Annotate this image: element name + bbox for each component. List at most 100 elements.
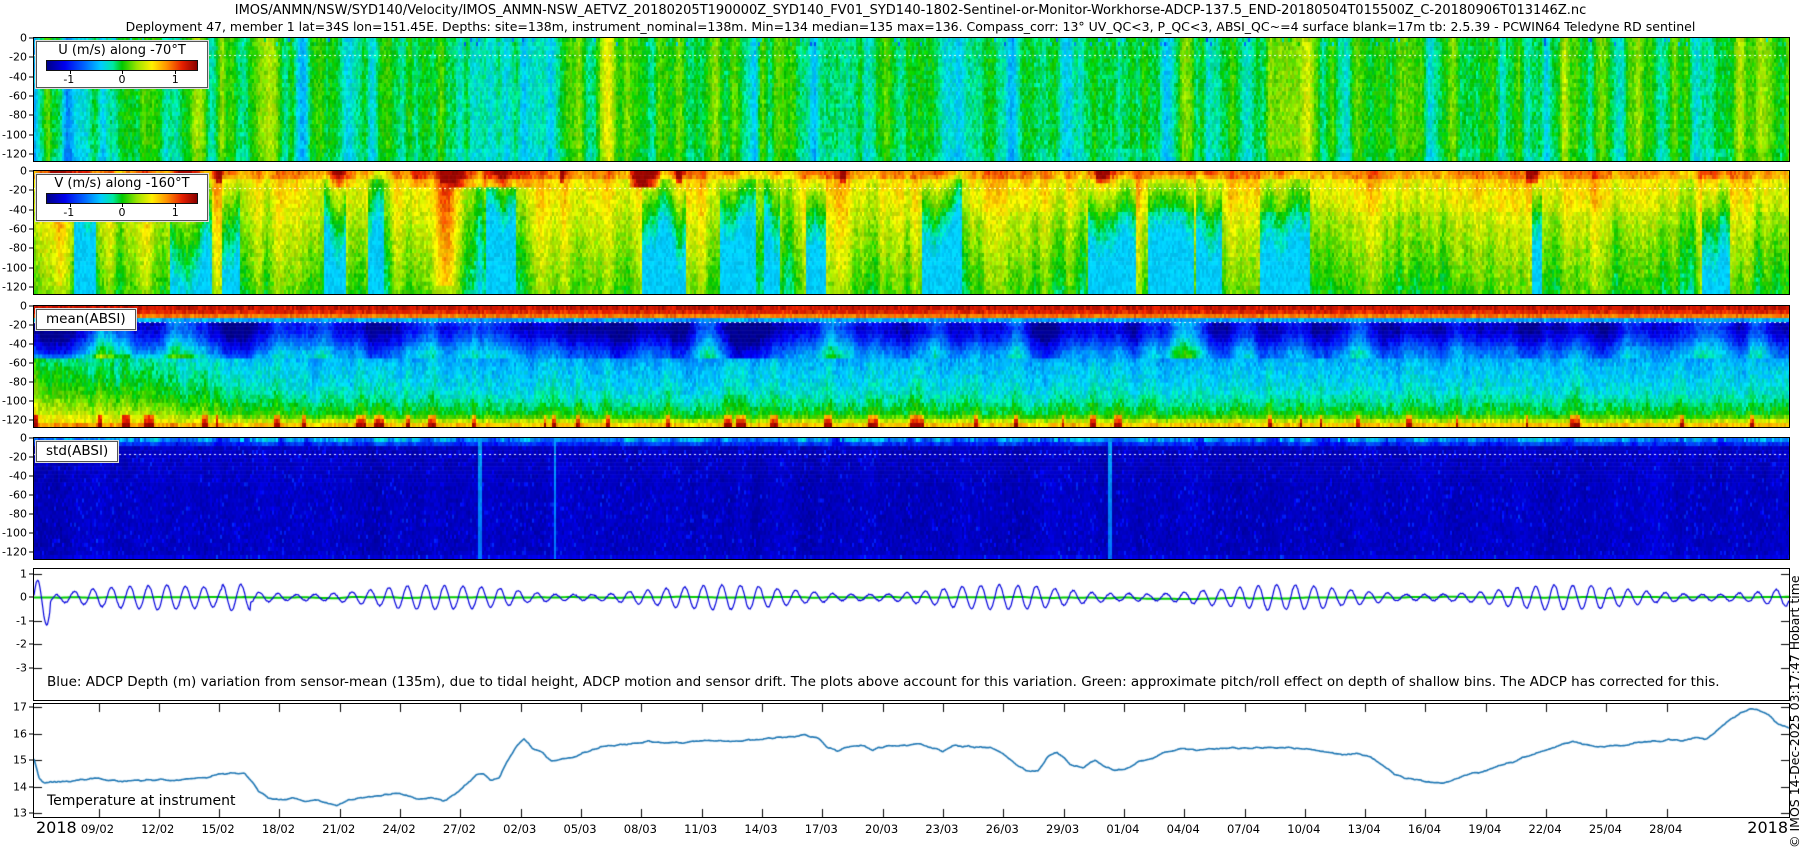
y-tick-label: -40 bbox=[9, 203, 33, 216]
figure-title-line2: Deployment 47, member 1 lat=34S lon=151.… bbox=[33, 19, 1788, 34]
panel-std-absi: std(ABSI) 0-20-40-60-80-100-120 bbox=[33, 437, 1790, 560]
y-tick-label: -40 bbox=[9, 338, 33, 351]
y-tick-label: 14 bbox=[13, 780, 33, 793]
y-tick-label: 0 bbox=[20, 165, 33, 178]
mean-absi-label: mean(ABSI) bbox=[36, 309, 136, 330]
y-tick-label: -120 bbox=[2, 546, 33, 559]
x-tick-label: 11/03 bbox=[684, 822, 717, 836]
x-tick-label: 26/03 bbox=[986, 822, 1019, 836]
colorbar-tick-label: 1 bbox=[172, 73, 179, 86]
y-tick-label: -20 bbox=[9, 51, 33, 64]
colorbar-tick-label: 0 bbox=[119, 73, 126, 86]
std-absi-label: std(ABSI) bbox=[36, 441, 118, 462]
temperature-label: Temperature at instrument bbox=[47, 793, 235, 809]
y-tick-label: 17 bbox=[13, 701, 33, 714]
x-axis-year-right: 2018 bbox=[1747, 818, 1788, 837]
x-tick-label: 18/02 bbox=[262, 822, 295, 836]
colorbar-tick-label: 0 bbox=[119, 206, 126, 219]
y-tick-label: -40 bbox=[9, 70, 33, 83]
mean-absi-heatmap bbox=[34, 306, 1789, 427]
x-tick-label: 16/04 bbox=[1408, 822, 1441, 836]
panel-v-velocity: V (m/s) along -160°T -1 0 1 0-20-40-60-8… bbox=[33, 170, 1790, 295]
u-colorbar bbox=[46, 60, 198, 71]
y-tick-label: -60 bbox=[9, 489, 33, 502]
x-tick-label: 08/03 bbox=[624, 822, 657, 836]
x-tick-label: 09/02 bbox=[81, 822, 114, 836]
x-tick-label: 25/04 bbox=[1589, 822, 1622, 836]
x-tick-label: 28/04 bbox=[1649, 822, 1682, 836]
y-tick-label: -80 bbox=[9, 508, 33, 521]
colorbar-tick-label: 1 bbox=[172, 206, 179, 219]
x-tick-label: 05/03 bbox=[563, 822, 596, 836]
temperature-linechart bbox=[34, 704, 1789, 817]
y-tick-label: 0 bbox=[20, 591, 33, 604]
y-tick-label: -120 bbox=[2, 414, 33, 427]
y-tick-label: -2 bbox=[16, 638, 33, 651]
x-tick-label: 01/04 bbox=[1106, 822, 1139, 836]
y-tick-label: 0 bbox=[20, 300, 33, 313]
y-tick-label: 0 bbox=[20, 32, 33, 45]
y-tick-label: 1 bbox=[20, 568, 33, 581]
x-tick-label: 23/03 bbox=[925, 822, 958, 836]
v-velocity-heatmap bbox=[34, 171, 1789, 294]
y-tick-label: -1 bbox=[16, 614, 33, 627]
x-tick-label: 07/04 bbox=[1227, 822, 1260, 836]
y-tick-label: -3 bbox=[16, 661, 33, 674]
y-tick-label: -80 bbox=[9, 109, 33, 122]
y-tick-label: -100 bbox=[2, 128, 33, 141]
panel-temperature: Temperature at instrument 1716151413 bbox=[33, 703, 1790, 818]
x-tick-label: 14/03 bbox=[744, 822, 777, 836]
figure: IMOS/ANMN/NSW/SYD140/Velocity/IMOS_ANMN-… bbox=[0, 0, 1800, 850]
u-colorbar-legend: U (m/s) along -70°T -1 0 1 bbox=[36, 41, 208, 88]
x-tick-label: 27/02 bbox=[443, 822, 476, 836]
y-tick-label: -120 bbox=[2, 281, 33, 294]
x-tick-label: 19/04 bbox=[1468, 822, 1501, 836]
x-tick-label: 13/04 bbox=[1348, 822, 1381, 836]
y-tick-label: -20 bbox=[9, 451, 33, 464]
y-tick-label: -100 bbox=[2, 261, 33, 274]
y-tick-label: -60 bbox=[9, 223, 33, 236]
u-colorbar-tick-labels: -1 0 1 bbox=[46, 71, 198, 87]
x-tick-label: 10/04 bbox=[1287, 822, 1320, 836]
x-tick-label: 12/02 bbox=[141, 822, 174, 836]
depth-variation-caption: Blue: ADCP Depth (m) variation from sens… bbox=[47, 674, 1720, 690]
x-tick-label: 15/02 bbox=[202, 822, 235, 836]
copyright-watermark: © IMOS 14-Dec-2025 03:17:47 Hobart time bbox=[1787, 575, 1800, 848]
y-tick-label: -20 bbox=[9, 184, 33, 197]
y-tick-label: -100 bbox=[2, 395, 33, 408]
x-tick-label: 29/03 bbox=[1046, 822, 1079, 836]
v-legend-title: V (m/s) along -160°T bbox=[37, 175, 207, 193]
v-colorbar-legend: V (m/s) along -160°T -1 0 1 bbox=[36, 174, 208, 221]
u-legend-title: U (m/s) along -70°T bbox=[37, 42, 207, 60]
v-colorbar-tick-labels: -1 0 1 bbox=[46, 204, 198, 220]
panel-depth-variation: Blue: ADCP Depth (m) variation from sens… bbox=[33, 568, 1790, 701]
x-tick-label: 22/04 bbox=[1529, 822, 1562, 836]
y-tick-label: -40 bbox=[9, 470, 33, 483]
std-absi-heatmap bbox=[34, 438, 1789, 559]
x-tick-label: 20/03 bbox=[865, 822, 898, 836]
colorbar-tick-label: -1 bbox=[63, 73, 74, 86]
x-axis-year-left: 2018 bbox=[36, 818, 77, 837]
u-velocity-heatmap bbox=[34, 38, 1789, 161]
y-tick-label: 0 bbox=[20, 432, 33, 445]
y-tick-label: 13 bbox=[13, 807, 33, 820]
y-tick-label: -100 bbox=[2, 527, 33, 540]
panel-u-velocity: U (m/s) along -70°T -1 0 1 0-20-40-60-80… bbox=[33, 37, 1790, 162]
y-tick-label: -60 bbox=[9, 90, 33, 103]
y-tick-label: -20 bbox=[9, 319, 33, 332]
panel-mean-absi: mean(ABSI) 0-20-40-60-80-100-120 bbox=[33, 305, 1790, 428]
y-tick-label: -120 bbox=[2, 148, 33, 161]
y-tick-label: 16 bbox=[13, 727, 33, 740]
y-tick-label: -60 bbox=[9, 357, 33, 370]
x-tick-label: 24/02 bbox=[383, 822, 416, 836]
y-tick-label: 15 bbox=[13, 754, 33, 767]
v-colorbar bbox=[46, 193, 198, 204]
y-tick-label: -80 bbox=[9, 242, 33, 255]
x-tick-label: 04/04 bbox=[1167, 822, 1200, 836]
x-tick-label: 02/03 bbox=[503, 822, 536, 836]
colorbar-tick-label: -1 bbox=[63, 206, 74, 219]
x-tick-label: 17/03 bbox=[805, 822, 838, 836]
y-tick-label: -80 bbox=[9, 376, 33, 389]
x-tick-label: 21/02 bbox=[322, 822, 355, 836]
figure-title-line1: IMOS/ANMN/NSW/SYD140/Velocity/IMOS_ANMN-… bbox=[33, 3, 1788, 18]
